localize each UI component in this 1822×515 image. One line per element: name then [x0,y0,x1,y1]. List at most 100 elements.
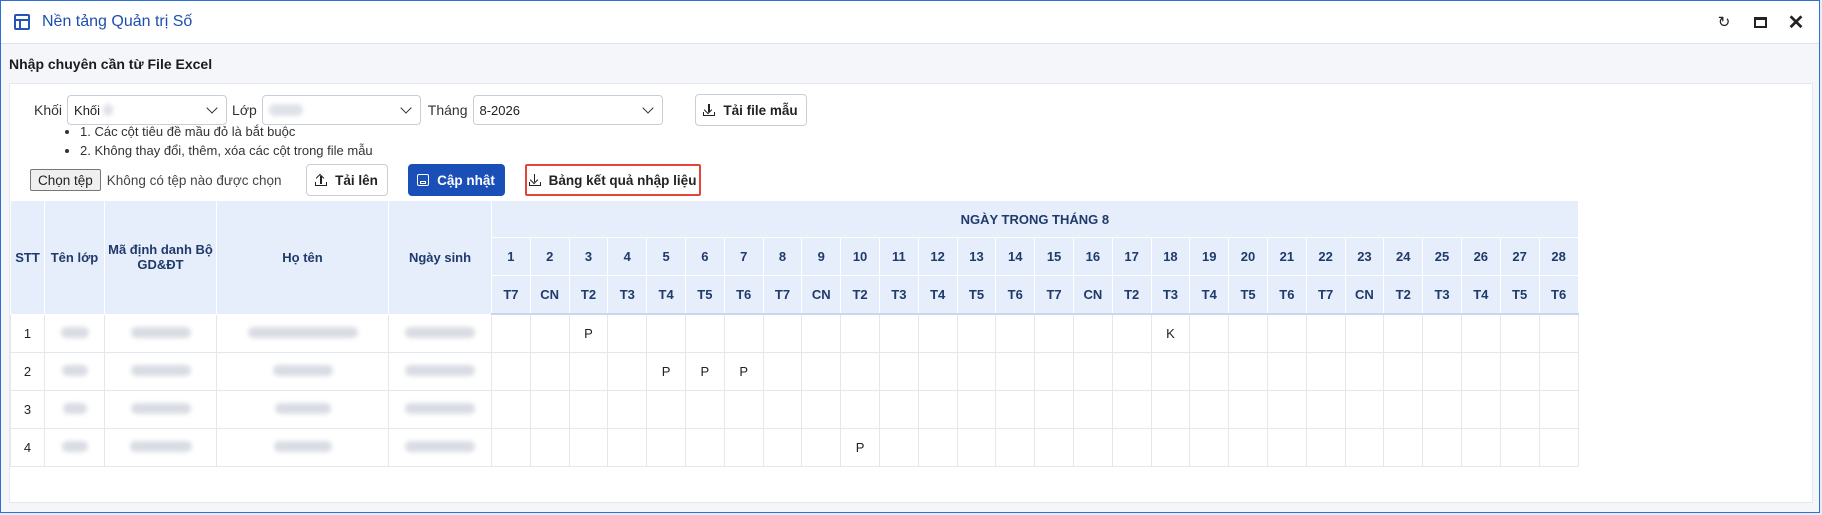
attendance-cell[interactable]: P [684,352,725,391]
attendance-cell[interactable] [878,352,919,391]
attendance-cell[interactable] [1499,352,1540,391]
attendance-cell[interactable] [1228,313,1268,353]
refresh-icon[interactable]: ↻ [1715,13,1733,31]
attendance-cell[interactable] [1538,390,1579,429]
attendance-cell[interactable] [1344,428,1385,467]
attendance-cell[interactable] [723,428,764,467]
attendance-cell[interactable] [1228,352,1268,391]
attendance-cell[interactable] [684,313,725,353]
attendance-cell[interactable] [1422,428,1462,467]
attendance-cell[interactable] [1150,390,1191,429]
attendance-cell[interactable] [646,313,686,353]
attendance-cell[interactable] [917,428,958,467]
khoi-select[interactable]: Khối [67,95,228,125]
attendance-cell[interactable] [995,390,1036,429]
attendance-cell[interactable] [878,428,919,467]
attendance-cell[interactable] [1460,390,1501,429]
download-template-button[interactable]: Tải file mẫu [694,94,807,126]
maximize-button[interactable] [1751,13,1769,31]
attendance-cell[interactable] [529,428,570,467]
attendance-cell[interactable] [878,390,919,429]
attendance-cell[interactable] [684,390,725,429]
results-table-button[interactable]: Bảng kết quả nhập liệu [524,164,701,196]
attendance-cell[interactable] [1034,313,1074,353]
attendance-cell[interactable] [646,390,686,429]
attendance-cell[interactable] [1111,428,1152,467]
attendance-cell[interactable] [801,390,842,429]
attendance-cell[interactable] [607,428,648,467]
attendance-cell[interactable] [529,390,570,429]
attendance-cell[interactable] [1305,313,1346,353]
attendance-cell[interactable] [801,313,842,353]
attendance-cell[interactable] [762,352,803,391]
attendance-cell[interactable]: P [840,428,880,467]
attendance-cell[interactable] [1460,428,1501,467]
attendance-cell[interactable] [1072,390,1113,429]
attendance-cell[interactable] [646,428,686,467]
attendance-cell[interactable] [878,313,919,353]
attendance-cell[interactable] [1034,428,1074,467]
update-button[interactable]: Cập nhật [407,164,505,196]
attendance-cell[interactable] [917,390,958,429]
attendance-cell[interactable] [995,428,1036,467]
table-row[interactable]: 1 P K [10,313,1579,353]
attendance-cell[interactable] [1034,352,1074,391]
attendance-cell[interactable] [1150,352,1191,391]
attendance-cell[interactable] [1305,428,1346,467]
attendance-cell[interactable] [1189,390,1230,429]
attendance-cell[interactable] [1344,390,1385,429]
table-row[interactable]: 2 PPP [10,352,1579,391]
attendance-cell[interactable] [1072,352,1113,391]
attendance-cell[interactable] [956,352,997,391]
attendance-cell[interactable] [1266,428,1307,467]
choose-file-button[interactable]: Chọn tệp [30,169,101,191]
lop-select[interactable] [261,95,421,125]
attendance-cell[interactable] [568,428,609,467]
attendance-cell[interactable] [995,352,1036,391]
attendance-cell[interactable] [1189,352,1230,391]
attendance-cell[interactable] [1499,390,1540,429]
attendance-cell[interactable] [1034,390,1074,429]
attendance-cell[interactable] [491,313,531,353]
attendance-cell[interactable] [529,313,570,353]
attendance-cell[interactable] [529,352,570,391]
attendance-cell[interactable] [1460,352,1501,391]
attendance-cell[interactable] [995,313,1036,353]
attendance-cell[interactable] [1072,313,1113,353]
attendance-cell[interactable] [840,352,880,391]
attendance-cell[interactable] [1266,313,1307,353]
attendance-cell[interactable] [956,390,997,429]
attendance-cell[interactable] [723,313,764,353]
attendance-cell[interactable] [1305,352,1346,391]
attendance-cell[interactable] [840,313,880,353]
attendance-cell[interactable] [762,428,803,467]
attendance-cell[interactable] [1111,313,1152,353]
attendance-cell[interactable] [801,428,842,467]
attendance-cell[interactable] [607,352,648,391]
attendance-cell[interactable] [1344,313,1385,353]
attendance-table-container[interactable]: STT Tên lớp Mã định danh Bộ GD&ĐT Họ tên… [10,200,1813,500]
attendance-cell[interactable] [762,313,803,353]
attendance-cell[interactable] [1344,352,1385,391]
attendance-cell[interactable] [917,313,958,353]
attendance-cell[interactable] [1150,428,1191,467]
attendance-cell[interactable] [840,390,880,429]
attendance-cell[interactable] [1266,390,1307,429]
attendance-cell[interactable] [917,352,958,391]
attendance-cell[interactable] [1383,313,1424,353]
attendance-cell[interactable] [1111,352,1152,391]
attendance-cell[interactable] [801,352,842,391]
attendance-cell[interactable] [1499,313,1540,353]
attendance-cell[interactable] [1383,428,1424,467]
attendance-cell[interactable] [1072,428,1113,467]
attendance-cell[interactable] [1383,390,1424,429]
attendance-cell[interactable] [1383,352,1424,391]
upload-button[interactable]: Tải lên [305,164,388,196]
attendance-cell[interactable] [762,390,803,429]
attendance-cell[interactable]: K [1150,313,1191,353]
thang-select[interactable]: 8-2026 [472,95,663,125]
attendance-cell[interactable] [1422,390,1462,429]
attendance-cell[interactable] [1538,352,1579,391]
attendance-cell[interactable] [723,390,764,429]
attendance-cell[interactable] [956,313,997,353]
